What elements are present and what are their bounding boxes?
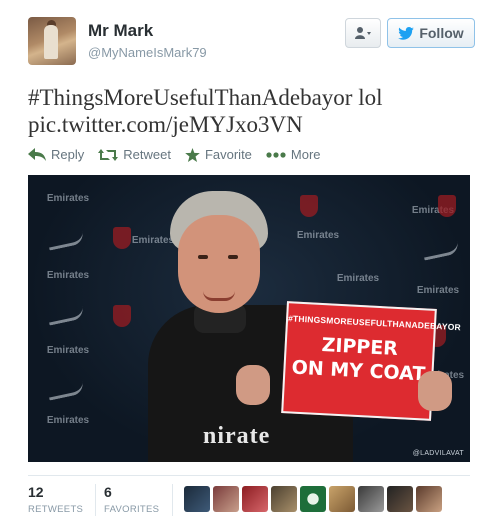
more-label: More	[290, 147, 321, 162]
sponsor-tile: Emirates	[46, 345, 90, 356]
club-crest	[438, 195, 456, 217]
follow-button[interactable]: Follow	[387, 18, 475, 48]
club-crest	[113, 227, 131, 249]
held-sign: #THINGSMOREUSEFULTHANADEBAYOR ZIPPER ON …	[281, 301, 462, 421]
retweet-label: Retweet	[123, 147, 171, 162]
tweet-text: #ThingsMoreUsefulThanAdebayor lol pic.tw…	[28, 84, 468, 138]
follow-label: Follow	[419, 25, 464, 41]
avatar[interactable]	[271, 486, 297, 512]
favorites-stat[interactable]: 6 FAVORITES	[104, 484, 159, 515]
sign-hashtag: #THINGSMOREUSEFULTHANADEBAYOR	[287, 313, 462, 333]
twitter-bird-icon	[398, 26, 415, 40]
avatar[interactable]	[387, 486, 413, 512]
reply-icon	[28, 147, 46, 161]
tweet-actions: Reply Retweet Favorite More	[28, 147, 335, 162]
avatar[interactable]	[416, 486, 442, 512]
avatar[interactable]	[213, 486, 239, 512]
engaged-users-avatars	[184, 486, 442, 512]
stats-divider	[28, 475, 470, 476]
reply-label: Reply	[51, 147, 85, 162]
tweet-pic-link[interactable]: pic.twitter.com/jeMYJxo3VN	[28, 111, 468, 138]
avatar[interactable]	[329, 486, 355, 512]
photo-watermark: @LADVILAVAT	[412, 450, 464, 457]
avatar[interactable]	[28, 17, 76, 65]
sponsor-tile: Emirates	[46, 270, 90, 281]
favorite-action[interactable]: Favorite	[185, 147, 252, 162]
retweet-action[interactable]: Retweet	[98, 147, 171, 162]
user-actions-dropdown[interactable]	[345, 18, 381, 48]
retweets-stat[interactable]: 12 RETWEETS	[28, 484, 83, 515]
tweet-hashtag-line[interactable]: #ThingsMoreUsefulThanAdebayor lol	[28, 84, 468, 111]
avatar[interactable]	[242, 486, 268, 512]
retweets-count: 12	[28, 484, 44, 500]
avatar[interactable]	[358, 486, 384, 512]
tweet-photo[interactable]: Emirates Emirates Emirates Emirates Emir…	[28, 175, 470, 462]
hand-right	[418, 371, 452, 411]
more-dots-icon	[266, 151, 286, 158]
favorite-label: Favorite	[204, 147, 252, 162]
retweets-label: RETWEETS	[28, 504, 84, 515]
more-action[interactable]: More	[266, 147, 321, 162]
favorites-label: FAVORITES	[104, 504, 160, 515]
avatar[interactable]	[184, 486, 210, 512]
reply-action[interactable]: Reply	[28, 147, 84, 162]
username[interactable]: @MyNameIsMark79	[88, 45, 207, 60]
user-dropdown-icon	[355, 27, 371, 39]
avatar[interactable]	[300, 486, 326, 512]
club-crest	[113, 305, 131, 327]
stat-separator	[172, 484, 173, 516]
tweet-card: Mr Mark @MyNameIsMark79 Follow #ThingsMo…	[0, 0, 495, 528]
fullname[interactable]: Mr Mark	[88, 21, 153, 41]
shirt-sponsor-text: nirate	[203, 423, 271, 449]
stat-separator	[95, 484, 96, 516]
sponsor-tile: Emirates	[46, 415, 90, 426]
star-icon	[185, 147, 200, 162]
favorites-count: 6	[104, 484, 112, 500]
sponsor-tile: Emirates	[46, 193, 90, 204]
retweet-icon	[98, 148, 119, 161]
